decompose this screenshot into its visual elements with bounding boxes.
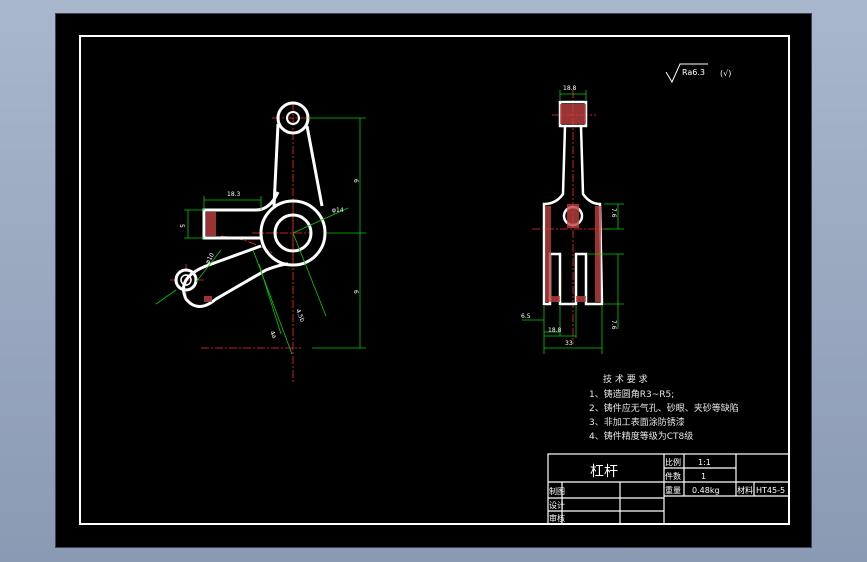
- side-view: 18.8 7.6 7.6 18.8 33 6.5: [521, 85, 624, 354]
- qty-value: 1: [701, 472, 706, 481]
- scale-label: 比例: [665, 457, 681, 467]
- technical-requirements: 技 术 要 求 1、铸造圆角R3~R5; 2、铸件应无气孔、砂眼、夹砂等缺陷 3…: [589, 373, 739, 442]
- dim-side-height-bottom: 7.6: [610, 320, 617, 330]
- roughness-note: (√): [720, 69, 731, 78]
- dim-side-height-top: 7.6: [610, 208, 617, 218]
- dim-side-left: 6.5: [521, 313, 531, 320]
- dim-offset: 5: [178, 224, 185, 228]
- front-centerlines: [170, 104, 314, 382]
- part-name: 杠杆: [590, 464, 618, 480]
- draw-label: 制图: [549, 486, 565, 496]
- design-label: 设计: [549, 500, 565, 510]
- qty-label: 件数: [665, 471, 681, 481]
- dim-angle-a: 4a: [268, 330, 278, 340]
- dim-hole-dia: φ14: [332, 207, 344, 214]
- requirement-4: 4、铸件精度等级为CT8级: [589, 430, 693, 442]
- dim-side-bottom-width: 18.8: [548, 327, 562, 334]
- front-view: 18.3 φ14 φ10 6 6 4a 4.5b 5: [155, 101, 366, 382]
- weight-value: 0.48kg: [692, 486, 720, 495]
- dim-front-width: 18.3: [227, 191, 241, 198]
- requirements-title: 技 术 要 求: [603, 373, 648, 385]
- requirement-1: 1、铸造圆角R3~R5;: [589, 388, 674, 400]
- cad-drawing: Ra6.3 (√) 18.3 φ14 φ10 6 6 4a 4.5b 5 18.…: [79, 35, 790, 525]
- roughness-value: Ra6.3: [682, 68, 705, 77]
- scale-value: 1:1: [698, 458, 711, 467]
- requirement-2: 2、铸件应无气孔、砂眼、夹砂等缺陷: [589, 402, 739, 414]
- title-block: 杠杆 比例 1:1 件数 1 重量 0.48kg 材料 HT45-5 制图 设计…: [547, 453, 790, 525]
- lever-outline: [174, 101, 327, 308]
- drawing-sheet: Ra6.3 (√) 18.3 φ14 φ10 6 6 4a 4.5b 5 18.…: [56, 14, 811, 547]
- material-value: HT45-5: [756, 486, 785, 495]
- dim-side-top-width: 18.8: [563, 85, 577, 92]
- dim-total-height: 6: [352, 179, 359, 183]
- section-hatch: [206, 212, 216, 236]
- dim-lower-height: 6: [352, 290, 359, 294]
- dim-side-total-width: 33: [565, 340, 573, 347]
- review-label: 审核: [549, 513, 565, 523]
- requirement-3: 3、非加工表面涂防锈漆: [589, 416, 685, 428]
- dim-angle-b: 4.5b: [294, 308, 306, 323]
- weight-label: 重量: [665, 485, 681, 495]
- material-label: 材料: [737, 485, 753, 495]
- roughness-symbol: Ra6.3 (√): [665, 63, 731, 84]
